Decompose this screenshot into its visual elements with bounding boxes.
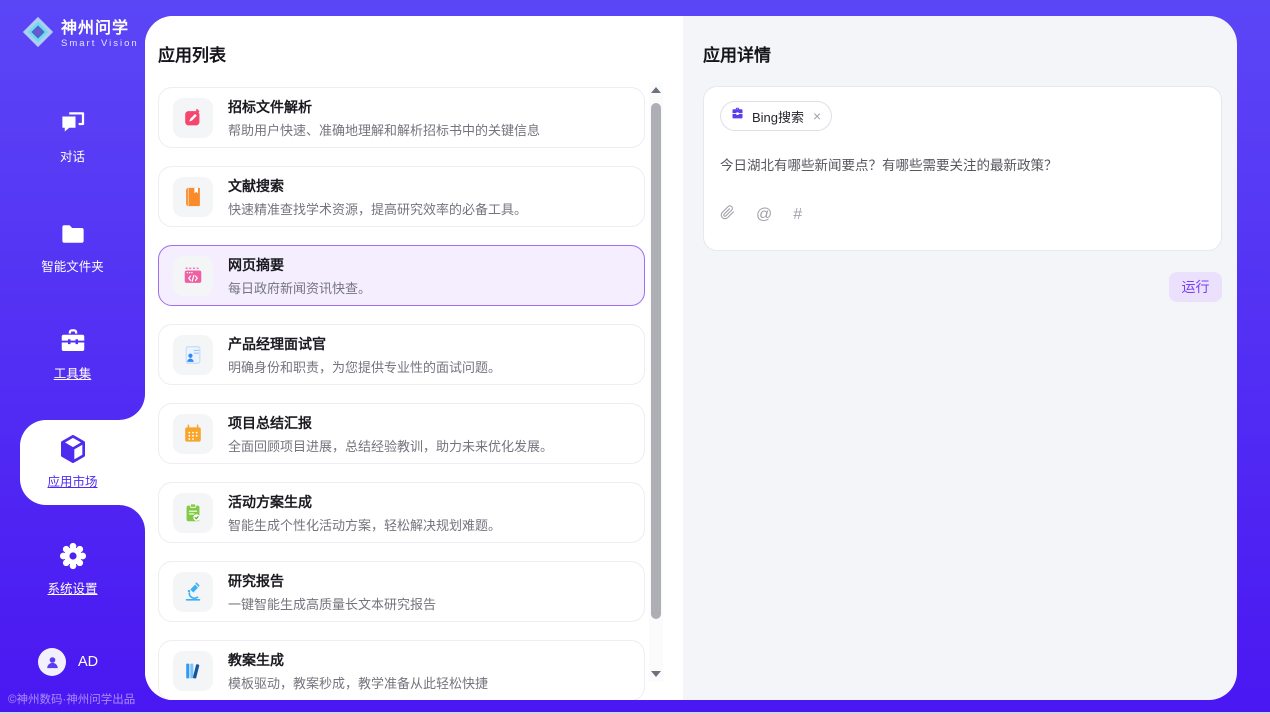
literature-search-icon xyxy=(173,177,213,217)
run-button[interactable]: 运行 xyxy=(1169,272,1222,302)
app-list-title: 应用列表 xyxy=(158,41,683,66)
toolbox-icon xyxy=(57,325,89,357)
scroll-up-arrow-icon[interactable] xyxy=(651,87,661,93)
sidebar-item-app-market[interactable]: 应用市场 xyxy=(0,433,145,490)
app-list: 招标文件解析 帮助用户快速、准确地理解和解析招标书中的关键信息 文献搜索 快速精… xyxy=(158,87,645,700)
app-card-tender-doc-parse[interactable]: 招标文件解析 帮助用户快速、准确地理解和解析招标书中的关键信息 xyxy=(158,87,645,148)
sidebar-item-label: 系统设置 xyxy=(0,578,145,597)
lesson-plan-icon xyxy=(173,651,213,691)
sidebar-item-smart-folder[interactable]: 智能文件夹 xyxy=(0,218,145,275)
app-desc: 帮助用户快速、准确地理解和解析招标书中的关键信息 xyxy=(228,120,540,139)
scroll-down-arrow-icon[interactable] xyxy=(651,671,661,677)
main-container: 应用列表 招标文件解析 帮助用户快速、准确地理解和解析招标书中的关键信息 xyxy=(145,16,1237,700)
bubble-curve-bottom xyxy=(119,505,145,531)
app-desc: 快速精准查找学术资源，提高研究效率的必备工具。 xyxy=(228,199,527,218)
person-icon xyxy=(44,654,61,671)
app-card-project-summary[interactable]: 项目总结汇报 全面回顾项目进展，总结经验教训，助力未来优化发展。 xyxy=(158,403,645,464)
copyright-footer: ©神州数码·神州问学出品 xyxy=(8,691,135,707)
app-card-text: 活动方案生成 智能生成个性化活动方案，轻松解决规划难题。 xyxy=(228,492,501,534)
app-desc: 每日政府新闻资讯快查。 xyxy=(228,278,371,297)
app-title: 招标文件解析 xyxy=(228,97,540,117)
briefcase-icon xyxy=(730,106,745,126)
paperclip-icon[interactable] xyxy=(720,204,735,226)
diamond-logo-icon xyxy=(21,15,55,54)
chat-icon xyxy=(57,108,89,140)
tool-tag-bing-search[interactable]: Bing搜索 × xyxy=(720,101,832,131)
app-card-text: 文献搜索 快速精准查找学术资源，提高研究效率的必备工具。 xyxy=(228,176,527,218)
app-card-text: 招标文件解析 帮助用户快速、准确地理解和解析招标书中的关键信息 xyxy=(228,97,540,139)
sidebar: 神州问学 Smart Vision 对话 智能文件夹 xyxy=(0,0,145,714)
app-card-literature-search[interactable]: 文献搜索 快速精准查找学术资源，提高研究效率的必备工具。 xyxy=(158,166,645,227)
tender-doc-parse-icon xyxy=(173,98,213,138)
scrollbar-track[interactable] xyxy=(651,97,661,667)
app-card-lesson-plan[interactable]: 教案生成 模板驱动，教案秒成，教学准备从此轻松快捷 xyxy=(158,640,645,700)
app-desc: 智能生成个性化活动方案，轻松解决规划难题。 xyxy=(228,515,501,534)
app-card-text: 产品经理面试官 明确身份和职责，为您提供专业性的面试问题。 xyxy=(228,334,501,376)
query-input[interactable]: 今日湖北有哪些新闻要点？有哪些需要关注的最新政策？ xyxy=(720,154,1205,174)
tag-close-icon[interactable]: × xyxy=(813,109,821,123)
app-title: 项目总结汇报 xyxy=(228,413,553,433)
app-card-web-summary[interactable]: 网页摘要 每日政府新闻资讯快查。 xyxy=(158,245,645,306)
app-list-panel: 应用列表 招标文件解析 帮助用户快速、准确地理解和解析招标书中的关键信息 xyxy=(145,16,683,700)
app-title: 活动方案生成 xyxy=(228,492,501,512)
app-desc: 一键智能生成高质量长文本研究报告 xyxy=(228,594,436,613)
sidebar-item-label: 应用市场 xyxy=(0,471,145,490)
event-plan-icon xyxy=(173,493,213,533)
app-title: 研究报告 xyxy=(228,571,436,591)
app-detail-panel: 应用详情 Bing搜索 × 今日湖北有哪些新闻要点？有哪些需要关注的最新政策？ xyxy=(683,16,1237,700)
brand-subtitle: Smart Vision xyxy=(61,38,139,49)
hashtag-icon[interactable]: # xyxy=(793,206,802,224)
app-desc: 全面回顾项目进展，总结经验教训，助力未来优化发展。 xyxy=(228,436,553,455)
sidebar-item-settings[interactable]: 系统设置 xyxy=(0,540,145,597)
query-card: Bing搜索 × 今日湖北有哪些新闻要点？有哪些需要关注的最新政策？ @ # xyxy=(703,86,1222,251)
gear-icon xyxy=(57,540,89,572)
project-summary-icon xyxy=(173,414,213,454)
sidebar-item-chat[interactable]: 对话 xyxy=(0,108,145,165)
brand-logo: 神州问学 Smart Vision xyxy=(21,15,139,54)
app-desc: 模板驱动，教案秒成，教学准备从此轻松快捷 xyxy=(228,673,488,692)
attachment-toolbar: @ # xyxy=(720,204,1205,226)
web-summary-icon xyxy=(173,256,213,296)
app-card-text: 项目总结汇报 全面回顾项目进展，总结经验教训，助力未来优化发展。 xyxy=(228,413,553,455)
app-card-research-report[interactable]: 研究报告 一键智能生成高质量长文本研究报告 xyxy=(158,561,645,622)
app-title: 文献搜索 xyxy=(228,176,527,196)
tool-tag-label: Bing搜索 xyxy=(752,107,804,126)
scrollbar-thumb[interactable] xyxy=(651,103,661,619)
app-desc: 明确身份和职责，为您提供专业性的面试问题。 xyxy=(228,357,501,376)
app-card-text: 研究报告 一键智能生成高质量长文本研究报告 xyxy=(228,571,436,613)
sidebar-item-label: 对话 xyxy=(0,146,145,165)
sidebar-item-label: 工具集 xyxy=(0,363,145,382)
sidebar-item-toolset[interactable]: 工具集 xyxy=(0,325,145,382)
cube-icon xyxy=(57,433,89,465)
app-title: 产品经理面试官 xyxy=(228,334,501,354)
bubble-curve-top xyxy=(119,394,145,420)
app-card-pm-interviewer[interactable]: 产品经理面试官 明确身份和职责，为您提供专业性的面试问题。 xyxy=(158,324,645,385)
app-card-text: 网页摘要 每日政府新闻资讯快查。 xyxy=(228,255,371,297)
app-card-event-plan[interactable]: 活动方案生成 智能生成个性化活动方案，轻松解决规划难题。 xyxy=(158,482,645,543)
mention-icon[interactable]: @ xyxy=(756,206,772,224)
app-list-scrollbar[interactable] xyxy=(649,82,663,682)
user-initials: AD xyxy=(78,654,98,670)
app-title: 网页摘要 xyxy=(228,255,371,275)
app-detail-title: 应用详情 xyxy=(703,41,1222,66)
app-title: 教案生成 xyxy=(228,650,488,670)
research-report-icon xyxy=(173,572,213,612)
app-card-text: 教案生成 模板驱动，教案秒成，教学准备从此轻松快捷 xyxy=(228,650,488,692)
app-window: { "brand": { "name": "神州问学", "subtitle":… xyxy=(0,0,1270,714)
user-avatar[interactable] xyxy=(38,648,66,676)
brand-name: 神州问学 xyxy=(61,20,139,38)
folder-icon xyxy=(57,218,89,250)
pm-interviewer-icon xyxy=(173,335,213,375)
sidebar-item-label: 智能文件夹 xyxy=(0,256,145,275)
